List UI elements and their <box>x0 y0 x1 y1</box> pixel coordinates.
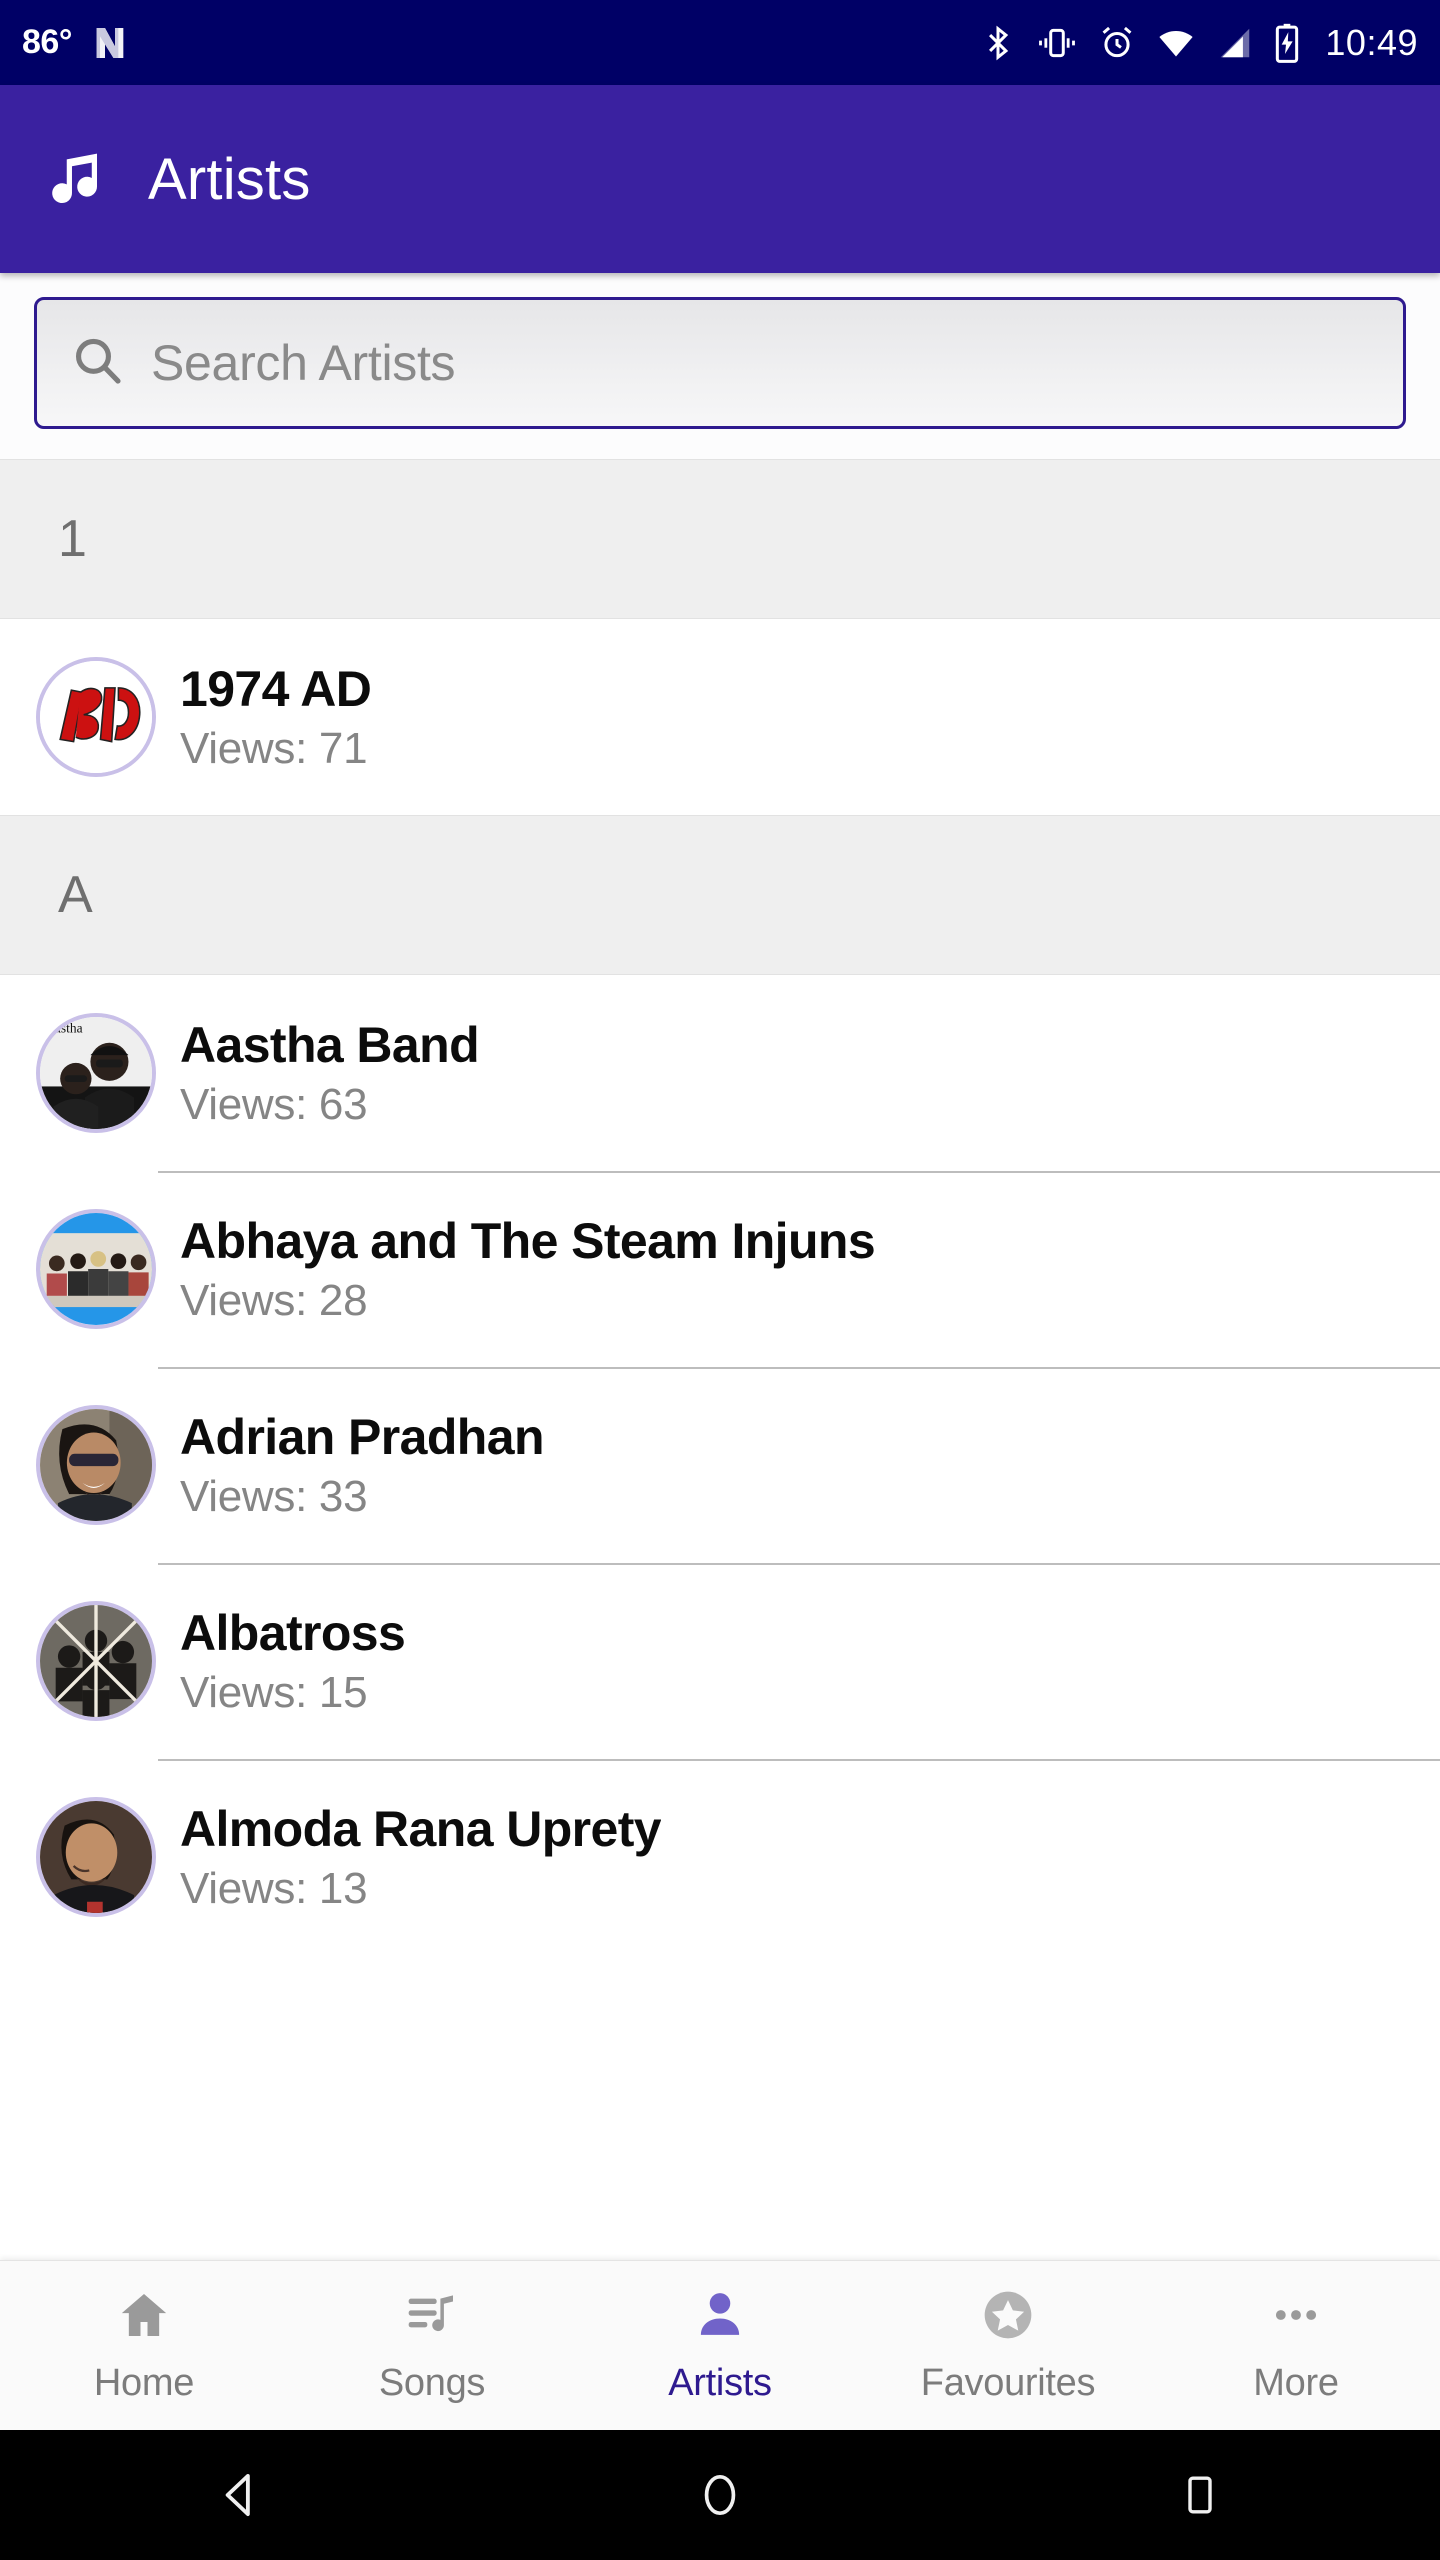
search-icon <box>69 333 125 394</box>
home-circle-icon[interactable] <box>480 2469 960 2521</box>
section-header-label: A <box>58 866 93 924</box>
albatross-band-avatar <box>36 1601 156 1721</box>
android-system-navigation <box>0 2430 1440 2560</box>
app-bar: Artists <box>0 85 1440 273</box>
artist-name: Albatross <box>180 1605 406 1661</box>
artist-views: Views: 15 <box>180 1668 368 1717</box>
status-bar-right: 10:49 <box>979 22 1418 64</box>
artist-name: 1974 AD <box>180 661 372 717</box>
person-icon <box>692 2287 748 2348</box>
nav-item-favourites[interactable]: Favourites <box>864 2261 1152 2430</box>
search-placeholder: Search Artists <box>151 335 456 391</box>
list-item-text: Adrian Pradhan Views: 33 <box>180 1408 544 1522</box>
wifi-icon <box>1155 24 1197 62</box>
artist-views: Views: 13 <box>180 1864 368 1913</box>
nav-label: Songs <box>378 2361 486 2404</box>
music-note-icon <box>42 141 108 218</box>
artist-views: Views: 71 <box>180 724 368 773</box>
nav-label: More <box>1253 2361 1339 2404</box>
artist-name: Adrian Pradhan <box>180 1409 544 1465</box>
section-header-1: 1 <box>0 459 1440 619</box>
more-horizontal-icon <box>1268 2287 1324 2348</box>
nav-label: Favourites <box>920 2361 1096 2404</box>
list-item-text: Albatross Views: 15 <box>180 1604 405 1718</box>
nav-item-artists[interactable]: Artists <box>576 2261 864 2430</box>
temperature-indicator: 86° <box>22 23 72 61</box>
list-item[interactable]: Almoda Rana Uprety Views: 13 <box>0 1759 1440 1955</box>
recents-square-icon[interactable] <box>960 2471 1440 2519</box>
list-item-text: Almoda Rana Uprety Views: 13 <box>180 1800 661 1914</box>
cell-signal-icon <box>1215 24 1255 62</box>
home-icon <box>116 2287 172 2348</box>
playlist-music-icon <box>404 2287 460 2348</box>
list-item[interactable]: aastha Aastha Band Views: 63 <box>0 975 1440 1171</box>
search-input[interactable]: Search Artists <box>34 297 1406 429</box>
list-item[interactable]: Abhaya and The Steam Injuns Views: 28 <box>0 1171 1440 1367</box>
nav-item-more[interactable]: More <box>1152 2261 1440 2430</box>
artist-list-scroll[interactable]: 1 1974 AD Views: 71 A aastha Aastha Band… <box>0 459 1440 2409</box>
list-item-text: Aastha Band Views: 63 <box>180 1016 479 1130</box>
back-triangle-icon[interactable] <box>0 2468 480 2522</box>
artist-views: Views: 63 <box>180 1080 368 1129</box>
section-header-label: 1 <box>58 510 87 568</box>
list-item-text: 1974 AD Views: 71 <box>180 660 371 774</box>
vibrate-icon <box>1035 24 1079 62</box>
svg-text:aastha: aastha <box>49 1021 83 1036</box>
list-item[interactable]: Albatross Views: 15 <box>0 1563 1440 1759</box>
artist-name: Abhaya and The Steam Injuns <box>180 1213 876 1269</box>
page-title: Artists <box>148 146 311 212</box>
nav-item-home[interactable]: Home <box>0 2261 288 2430</box>
nav-label: Artists <box>668 2361 772 2404</box>
adrian-pradhan-avatar <box>36 1405 156 1525</box>
artist-name: Aastha Band <box>180 1017 480 1073</box>
artist-list: 1 1974 AD Views: 71 A aastha Aastha Band… <box>0 459 1440 1955</box>
logo-1974ad-avatar <box>36 657 156 777</box>
list-item-text: Abhaya and The Steam Injuns Views: 28 <box>180 1212 875 1326</box>
clock-time: 10:49 <box>1325 21 1418 63</box>
search-container: Search Artists <box>0 273 1440 459</box>
artist-name: Almoda Rana Uprety <box>180 1801 661 1857</box>
nav-label: Home <box>93 2361 195 2404</box>
alarm-icon <box>1097 24 1137 62</box>
section-header-a: A <box>0 815 1440 975</box>
artist-views: Views: 28 <box>180 1276 368 1325</box>
status-bar-left: 86° <box>22 23 130 63</box>
list-item[interactable]: Adrian Pradhan Views: 33 <box>0 1367 1440 1563</box>
bluetooth-icon <box>979 24 1017 62</box>
aastha-band-avatar: aastha <box>36 1013 156 1133</box>
nougat-n-icon <box>90 23 130 63</box>
battery-charging-icon <box>1273 23 1301 63</box>
artist-views: Views: 33 <box>180 1472 368 1521</box>
status-bar: 86° 10:49 <box>0 0 1440 85</box>
star-circle-icon <box>980 2287 1036 2348</box>
bottom-navigation: Home Songs Artists Favourites More <box>0 2260 1440 2430</box>
nav-item-songs[interactable]: Songs <box>288 2261 576 2430</box>
abhaya-band-avatar <box>36 1209 156 1329</box>
almoda-rana-uprety-avatar <box>36 1797 156 1917</box>
list-item[interactable]: 1974 AD Views: 71 <box>0 619 1440 815</box>
